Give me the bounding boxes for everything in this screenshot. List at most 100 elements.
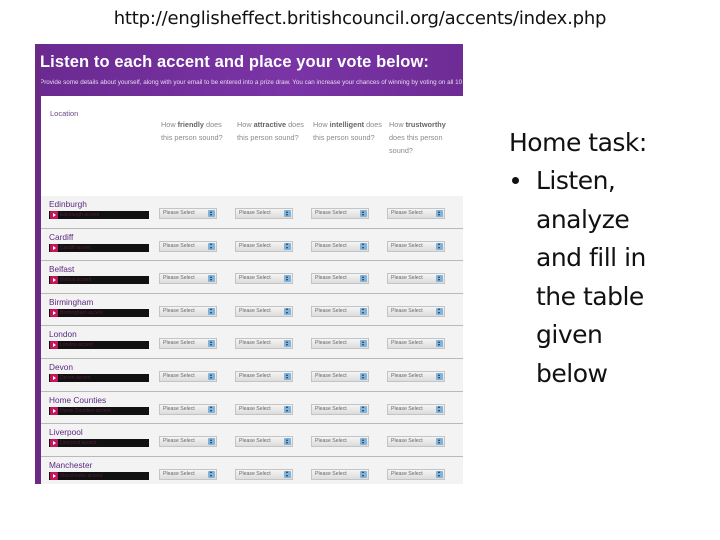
play-icon[interactable]: [50, 308, 58, 317]
rating-select[interactable]: Please Select: [311, 208, 369, 219]
audio-player[interactable]: Devon accent: [49, 374, 149, 382]
rating-select[interactable]: Please Select: [387, 338, 445, 350]
select-arrows-icon[interactable]: [360, 340, 367, 348]
select-arrows-icon[interactable]: [284, 340, 291, 348]
select-arrows-icon[interactable]: [284, 438, 291, 446]
rating-select[interactable]: Please Select: [387, 305, 445, 317]
rating-select[interactable]: Please Select: [387, 468, 445, 480]
rating-select[interactable]: Please Select: [311, 273, 369, 285]
play-icon[interactable]: [50, 276, 58, 285]
play-icon[interactable]: [50, 243, 58, 252]
select-arrows-icon[interactable]: [436, 275, 443, 283]
select-arrows-icon[interactable]: [208, 438, 215, 446]
play-icon[interactable]: [50, 341, 58, 350]
rating-select[interactable]: Please Select: [387, 403, 445, 415]
audio-player[interactable]: Edinburgh accent: [49, 211, 149, 219]
city-name: London: [49, 329, 77, 340]
select-arrows-icon[interactable]: [208, 470, 215, 478]
play-icon[interactable]: [50, 374, 58, 382]
select-arrows-icon[interactable]: [208, 373, 215, 380]
select-arrows-icon[interactable]: [360, 307, 367, 315]
play-icon[interactable]: [50, 471, 58, 480]
select-arrows-icon[interactable]: [360, 210, 367, 217]
rating-select[interactable]: Please Select: [235, 240, 293, 252]
rating-select[interactable]: Please Select: [159, 338, 217, 350]
select-arrows-icon[interactable]: [436, 438, 443, 446]
select-arrows-icon[interactable]: [284, 470, 291, 478]
rating-select[interactable]: Please Select: [311, 240, 369, 252]
rating-select[interactable]: Please Select: [311, 436, 369, 448]
select-arrows-icon[interactable]: [436, 373, 443, 380]
select-arrows-icon[interactable]: [208, 405, 215, 413]
audio-player[interactable]: Liverpool accent: [49, 439, 149, 448]
rating-select[interactable]: Please Select: [159, 403, 217, 415]
select-arrows-icon[interactable]: [360, 470, 367, 478]
select-arrows-icon[interactable]: [360, 275, 367, 283]
audio-player[interactable]: London accent: [49, 341, 149, 350]
select-arrows-icon[interactable]: [284, 275, 291, 283]
select-arrows-icon[interactable]: [208, 210, 215, 217]
rating-select[interactable]: Please Select: [235, 436, 293, 448]
track-label: Manchester accent: [60, 472, 103, 479]
rating-select[interactable]: Please Select: [387, 208, 445, 219]
rating-select[interactable]: Please Select: [311, 403, 369, 415]
play-icon[interactable]: [50, 439, 58, 448]
select-arrows-icon[interactable]: [360, 373, 367, 380]
select-arrows-icon[interactable]: [436, 307, 443, 315]
select-arrows-icon[interactable]: [284, 242, 291, 250]
audio-player[interactable]: Cardiff accent: [49, 243, 149, 252]
select-value: Please Select: [163, 307, 195, 314]
select-arrows-icon[interactable]: [436, 242, 443, 250]
select-arrows-icon[interactable]: [360, 242, 367, 250]
rating-select[interactable]: Please Select: [311, 468, 369, 480]
rating-select[interactable]: Please Select: [159, 273, 217, 285]
track-label: Cardiff accent: [60, 244, 91, 251]
select-arrows-icon[interactable]: [208, 307, 215, 315]
select-arrows-icon[interactable]: [284, 210, 291, 217]
rating-select[interactable]: Please Select: [159, 468, 217, 480]
select-arrows-icon[interactable]: [436, 405, 443, 413]
audio-player[interactable]: Home Counties accent: [49, 406, 149, 415]
play-icon[interactable]: [50, 211, 58, 219]
rating-select[interactable]: Please Select: [387, 273, 445, 285]
select-arrows-icon[interactable]: [436, 470, 443, 478]
audio-player[interactable]: Birmingham accent: [49, 308, 149, 317]
rating-select[interactable]: Please Select: [235, 371, 293, 382]
play-icon[interactable]: [50, 406, 58, 415]
rating-select[interactable]: Please Select: [387, 436, 445, 448]
rating-select[interactable]: Please Select: [159, 208, 217, 219]
rating-select[interactable]: Please Select: [311, 338, 369, 350]
rating-select[interactable]: Please Select: [235, 468, 293, 480]
select-arrows-icon[interactable]: [360, 438, 367, 446]
select-arrows-icon[interactable]: [284, 373, 291, 380]
select-arrows-icon[interactable]: [208, 242, 215, 250]
select-arrows-icon[interactable]: [284, 405, 291, 413]
select-arrows-icon[interactable]: [436, 340, 443, 348]
select-arrows-icon[interactable]: [284, 307, 291, 315]
rating-select[interactable]: Please Select: [311, 371, 369, 382]
rating-select[interactable]: Please Select: [235, 273, 293, 285]
select-arrows-icon[interactable]: [208, 340, 215, 348]
audio-player[interactable]: Belfast accent: [49, 276, 149, 285]
rating-select[interactable]: Please Select: [235, 208, 293, 219]
table-row: Devon Devon accent Please Select Please Sel…: [41, 359, 463, 392]
rating-select[interactable]: Please Select: [387, 371, 445, 382]
select-arrows-icon[interactable]: [360, 405, 367, 413]
rating-select[interactable]: Please Select: [159, 371, 217, 382]
rating-select[interactable]: Please Select: [387, 240, 445, 252]
rating-select[interactable]: Please Select: [235, 403, 293, 415]
rating-select[interactable]: Please Select: [159, 305, 217, 317]
track-label: Liverpool accent: [60, 440, 97, 447]
column-header: How friendly does this person sound?: [161, 120, 223, 142]
home-task: Home task: Listen, analyze and fill in t…: [509, 124, 679, 393]
rating-select[interactable]: Please Select: [159, 240, 217, 252]
rating-select[interactable]: Please Select: [311, 305, 369, 317]
select-arrows-icon[interactable]: [208, 275, 215, 283]
audio-player[interactable]: Manchester accent: [49, 471, 149, 480]
rating-select[interactable]: Please Select: [159, 436, 217, 448]
task-bullet: Listen, analyze and fill in the table gi…: [509, 162, 679, 393]
column-header: How intelligent does this person sound?: [313, 120, 382, 142]
rating-select[interactable]: Please Select: [235, 338, 293, 350]
select-arrows-icon[interactable]: [436, 210, 443, 217]
rating-select[interactable]: Please Select: [235, 305, 293, 317]
